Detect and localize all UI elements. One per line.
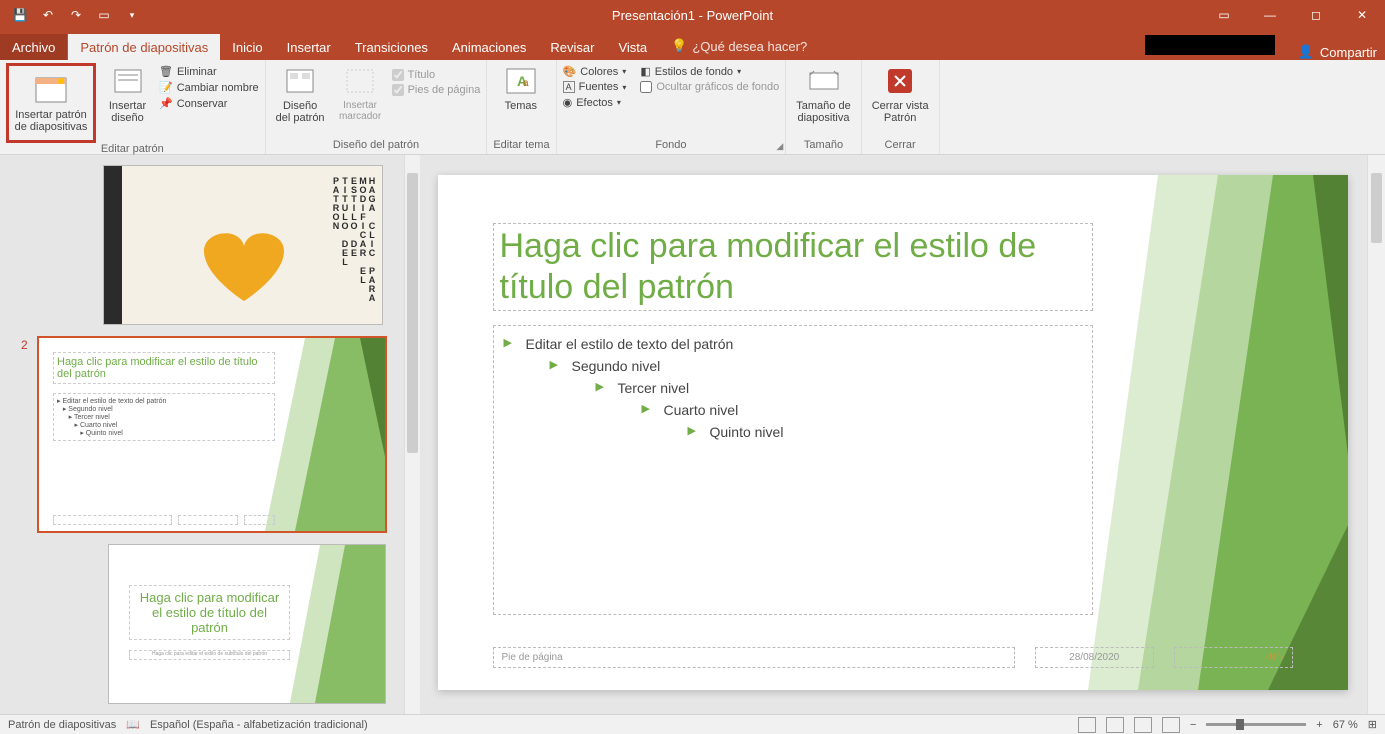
- size-icon: [808, 65, 840, 97]
- master-thumbnail-1[interactable]: HAGA CLIC PARA MODIFICAR EL ESTILO DE TI…: [103, 165, 383, 325]
- zoom-in-icon[interactable]: +: [1316, 719, 1322, 731]
- lightbulb-icon: 💡: [671, 38, 687, 54]
- background-styles-button[interactable]: ◧Estilos de fondo▾: [640, 65, 779, 78]
- tab-home[interactable]: Inicio: [220, 34, 274, 60]
- slide-size-button[interactable]: Tamaño de diapositiva: [792, 63, 854, 126]
- tell-me-search[interactable]: 💡 ¿Qué desea hacer?: [659, 32, 819, 60]
- pin-icon: 📌: [159, 97, 173, 110]
- slide-edit-area[interactable]: Haga clic para modificar el estilo de tí…: [420, 155, 1385, 714]
- master-title-placeholder[interactable]: Haga clic para modificar el estilo de tí…: [493, 223, 1093, 311]
- close-icon[interactable]: ✕: [1339, 0, 1385, 30]
- slide-canvas[interactable]: Haga clic para modificar el estilo de tí…: [438, 175, 1348, 690]
- themes-button[interactable]: Aa Temas: [493, 63, 548, 114]
- spellcheck-icon[interactable]: 📖: [126, 718, 140, 731]
- placeholder-icon: [344, 65, 376, 97]
- delete-icon: 🗑: [159, 65, 173, 78]
- status-view-mode: Patrón de diapositivas: [8, 719, 116, 731]
- effects-icon: ◉: [563, 96, 573, 109]
- undo-icon[interactable]: ↶: [36, 3, 60, 27]
- master-layout-button[interactable]: Diseño del patrón: [272, 63, 329, 126]
- insert-slide-master-button[interactable]: Insertar patrón de diapositivas: [6, 63, 96, 143]
- group-edit-theme: Editar tema: [493, 139, 549, 154]
- tab-file[interactable]: Archivo: [0, 34, 68, 60]
- minimize-icon[interactable]: —: [1247, 0, 1293, 30]
- save-icon[interactable]: 💾: [8, 3, 32, 27]
- bg-icon: ◧: [640, 65, 650, 78]
- date-placeholder[interactable]: 28/08/2020: [1035, 647, 1154, 668]
- start-slideshow-icon[interactable]: ▭: [92, 3, 116, 27]
- tab-view[interactable]: Vista: [606, 34, 659, 60]
- zoom-slider[interactable]: [1206, 723, 1306, 726]
- master-text-placeholder[interactable]: Editar el estilo de texto del patrón Seg…: [493, 325, 1093, 615]
- qat-more-icon[interactable]: ▾: [120, 3, 144, 27]
- fonts-button[interactable]: AFuentes▾: [563, 81, 627, 93]
- zoom-out-icon[interactable]: −: [1190, 719, 1196, 731]
- grid-icon: [284, 65, 316, 97]
- maximize-icon[interactable]: ◻: [1293, 0, 1339, 30]
- facet-background: [1088, 175, 1348, 690]
- group-size: Tamaño: [792, 139, 854, 154]
- tab-animations[interactable]: Animaciones: [440, 34, 538, 60]
- sorter-view-icon[interactable]: [1106, 717, 1124, 733]
- title-checkbox[interactable]: Título: [392, 69, 481, 81]
- fonts-icon: A: [563, 81, 575, 93]
- insert-placeholder-button[interactable]: Insertar marcador: [333, 63, 388, 124]
- preserve-button[interactable]: 📌Conservar: [159, 97, 259, 110]
- rename-icon: 📝: [159, 81, 173, 94]
- slide-thumbnail-pane[interactable]: HAGA CLIC PARA MODIFICAR EL ESTILO DE TI…: [0, 155, 420, 714]
- colors-button[interactable]: 🎨Colores▾: [563, 65, 627, 78]
- redo-icon[interactable]: ↷: [64, 3, 88, 27]
- share-icon: 👤: [1298, 44, 1314, 60]
- background-launcher-icon[interactable]: ◢: [776, 141, 783, 152]
- themes-icon: Aa: [505, 65, 537, 97]
- tab-transitions[interactable]: Transiciones: [343, 34, 440, 60]
- thumb-number: 2: [21, 338, 28, 352]
- master-thumbnail-2[interactable]: 2 Haga clic para modificar el estilo de …: [38, 337, 386, 532]
- status-language[interactable]: Español (España - alfabetización tradici…: [150, 719, 368, 731]
- colors-icon: 🎨: [563, 65, 577, 78]
- svg-text:a: a: [523, 78, 529, 89]
- hide-bg-graphics-checkbox[interactable]: Ocultar gráficos de fondo: [640, 81, 779, 93]
- insert-layout-button[interactable]: Insertar diseño: [100, 63, 155, 126]
- normal-view-icon[interactable]: [1078, 717, 1096, 733]
- effects-button[interactable]: ◉Efectos▾: [563, 96, 627, 109]
- ribbon-display-icon[interactable]: ▭: [1201, 0, 1247, 30]
- slide-master-icon: [35, 74, 67, 106]
- layout-icon: [112, 65, 144, 97]
- zoom-level[interactable]: 67 %: [1333, 719, 1358, 731]
- slide-vertical-scrollbar[interactable]: [1367, 155, 1385, 714]
- footer-placeholder[interactable]: Pie de página: [493, 647, 1015, 668]
- close-master-view-button[interactable]: Cerrar vista Patrón: [868, 63, 933, 126]
- group-master-layout: Diseño del patrón: [272, 139, 481, 154]
- app-title: Presentación1 - PowerPoint: [612, 8, 773, 23]
- close-x-icon: [884, 65, 916, 97]
- group-background: Fondo: [563, 139, 780, 154]
- tab-review[interactable]: Revisar: [538, 34, 606, 60]
- fit-to-window-icon[interactable]: ⊞: [1368, 718, 1377, 731]
- tab-slide-master[interactable]: Patrón de diapositivas: [68, 34, 220, 60]
- slide-number-placeholder[interactable]: ‹N°›: [1174, 647, 1293, 668]
- rename-button[interactable]: 📝Cambiar nombre: [159, 81, 259, 94]
- tab-insert[interactable]: Insertar: [275, 34, 343, 60]
- account-redacted: [1145, 35, 1275, 55]
- reading-view-icon[interactable]: [1134, 717, 1152, 733]
- thumbnail-scrollbar[interactable]: [404, 155, 420, 714]
- share-button[interactable]: 👤 Compartir: [1298, 44, 1377, 60]
- group-close: Cerrar: [868, 139, 933, 154]
- slideshow-view-icon[interactable]: [1162, 717, 1180, 733]
- layout-thumbnail-3[interactable]: Haga clic para modificar el estilo de tí…: [108, 544, 386, 704]
- delete-button[interactable]: 🗑Eliminar: [159, 65, 259, 78]
- footers-checkbox[interactable]: Pies de página: [392, 84, 481, 96]
